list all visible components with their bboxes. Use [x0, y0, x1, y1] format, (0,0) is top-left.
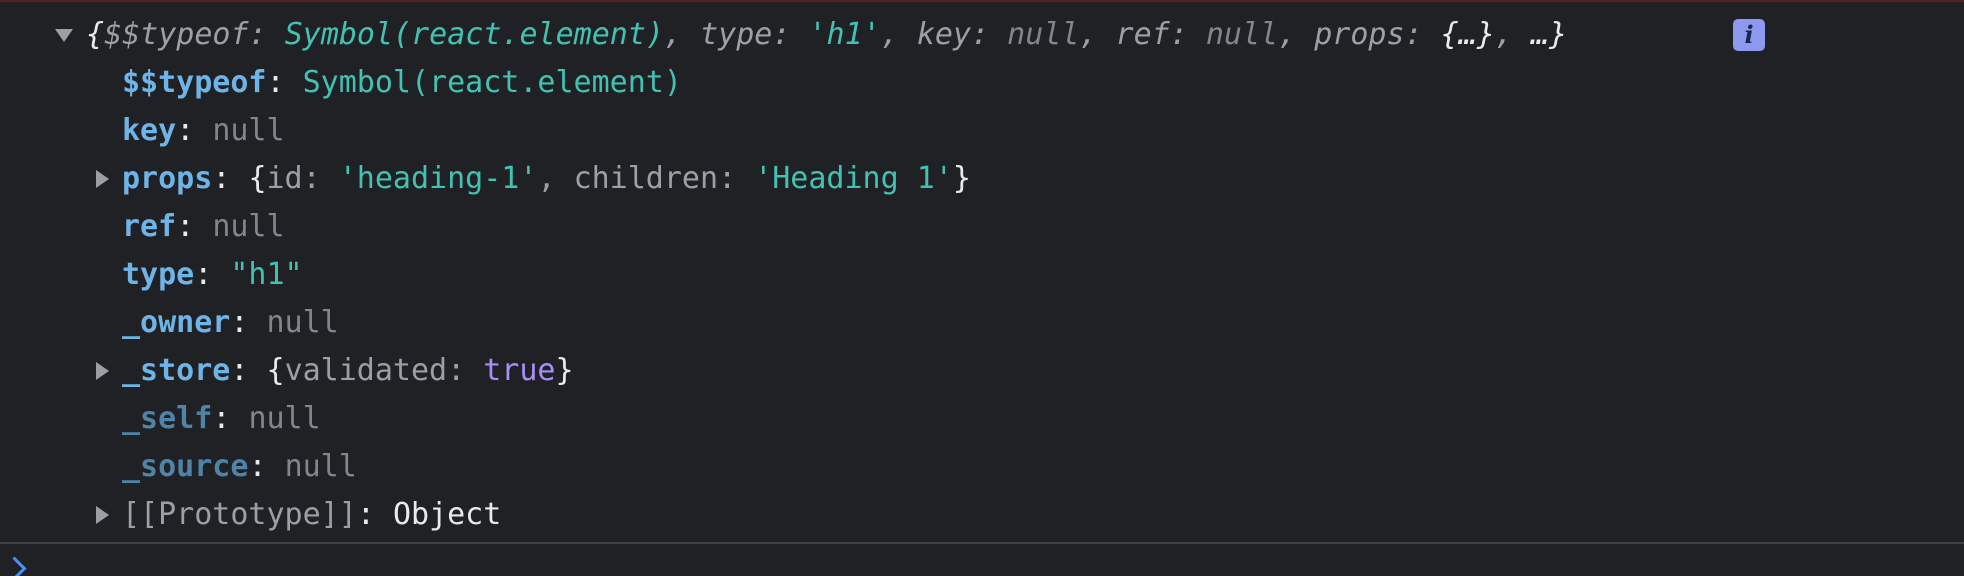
preview-close-brace: } [952, 161, 971, 196]
summary-comma: , [880, 17, 917, 52]
preview-validated-key: validated [284, 353, 448, 388]
colon: : [356, 497, 393, 532]
summary-key-key: key [916, 17, 972, 52]
summary-typeof-value: Symbol(react.element) [284, 17, 664, 52]
property-key: $$typeof [122, 65, 267, 100]
colon: : [266, 65, 303, 100]
property-value: Symbol(react.element) [302, 65, 682, 100]
colon: : [212, 401, 249, 436]
preview-children-key: children [573, 161, 719, 196]
summary-key-value: null [1007, 17, 1080, 52]
property-key: ref [122, 209, 177, 244]
property-row: _source: null [122, 445, 357, 489]
preview-validated-value: true [483, 353, 556, 388]
summary-colon: : [1169, 17, 1206, 52]
property-value: Object [392, 497, 502, 532]
comma: , [537, 161, 574, 196]
colon: : [230, 305, 267, 340]
summary-colon: : [971, 17, 1008, 52]
summary-ref-key: ref [1115, 17, 1170, 52]
property-key: type [122, 257, 195, 292]
summary-colon: : [248, 17, 285, 52]
preview-close-brace: } [555, 353, 574, 388]
summary-props-value: {…} [1440, 17, 1495, 52]
preview-id-value: 'heading-1' [338, 161, 538, 196]
summary-ref-value: null [1205, 17, 1279, 52]
property-row: _owner: null [122, 301, 339, 345]
triangle-right-icon[interactable] [96, 506, 109, 524]
info-icon[interactable]: i [1733, 19, 1765, 51]
property-row: ref: null [122, 205, 285, 249]
summary-comma: , [1079, 17, 1116, 52]
colon: : [176, 209, 213, 244]
property-key: _store [122, 353, 231, 388]
colon: : [230, 353, 267, 388]
property-key: key [122, 113, 177, 148]
object-summary[interactable]: {$$typeof: Symbol(react.element), type: … [86, 13, 1567, 57]
property-value: null [266, 305, 339, 340]
chevron-right-icon[interactable] [2, 556, 27, 576]
property-row: $$typeof: Symbol(react.element) [122, 61, 682, 105]
property-value: null [248, 401, 321, 436]
colon: : [176, 113, 213, 148]
property-value: null [284, 449, 357, 484]
preview-children-value: 'Heading 1' [754, 161, 953, 196]
colon: : [718, 161, 755, 196]
property-key: _self [122, 401, 213, 436]
property-row-store[interactable]: _store: {validated: true} [122, 349, 574, 393]
top-border [0, 0, 1964, 2]
property-key: [[Prototype]] [122, 497, 357, 532]
preview-open-brace: { [248, 161, 267, 196]
triangle-down-icon[interactable] [55, 29, 73, 42]
property-value: null [212, 209, 285, 244]
summary-comma: , [663, 17, 701, 52]
summary-props-key: props [1314, 17, 1405, 52]
summary-type-value: 'h1' [808, 17, 881, 52]
summary-open-brace: { [86, 17, 105, 52]
summary-typeof-key: $$typeof [104, 17, 249, 52]
colon: : [447, 353, 484, 388]
property-key: _owner [122, 305, 231, 340]
property-key: props [122, 161, 213, 196]
triangle-right-icon[interactable] [96, 170, 109, 188]
property-key: _source [122, 449, 249, 484]
summary-type-key: type [700, 17, 773, 52]
summary-comma: , [1278, 17, 1315, 52]
summary-more: …} [1530, 17, 1568, 52]
property-row-prototype[interactable]: [[Prototype]]: Object [122, 493, 501, 537]
property-value: "h1" [230, 257, 303, 292]
colon: : [194, 257, 231, 292]
colon: : [302, 161, 339, 196]
property-row: _self: null [122, 397, 321, 441]
summary-colon: : [772, 17, 809, 52]
preview-open-brace: { [266, 353, 285, 388]
colon: : [212, 161, 249, 196]
triangle-right-icon[interactable] [96, 362, 109, 380]
preview-id-key: id [266, 161, 303, 196]
property-row-props[interactable]: props: {id: 'heading-1', children: 'Head… [122, 157, 971, 201]
property-row: type: "h1" [122, 253, 303, 297]
summary-colon: : [1404, 17, 1441, 52]
console-divider [0, 542, 1964, 544]
property-value: null [212, 113, 285, 148]
property-row: key: null [122, 109, 285, 153]
colon: : [248, 449, 285, 484]
summary-comma: , [1494, 17, 1531, 52]
